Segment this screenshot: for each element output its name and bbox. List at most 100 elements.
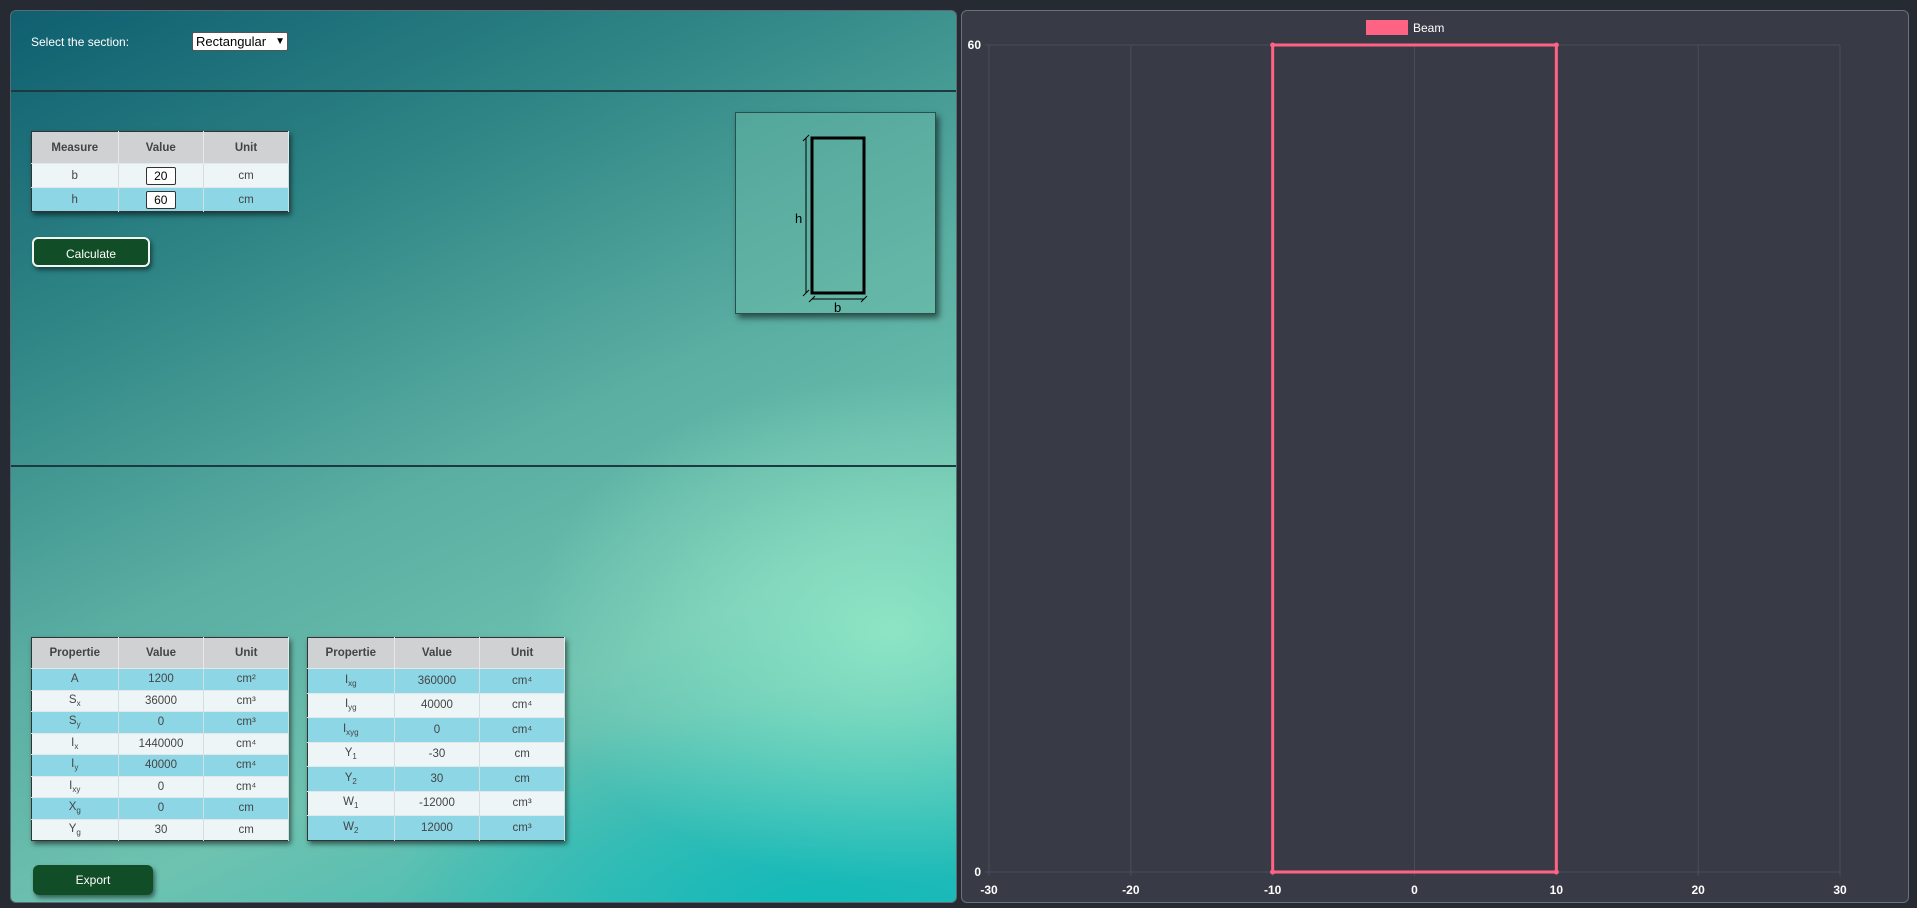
unit-cell: cm (203, 163, 290, 188)
beam-data-point (1270, 869, 1276, 875)
property-value: 30 (394, 766, 481, 791)
property-subscript: x (76, 698, 81, 708)
section-select-value: Rectangular (196, 34, 267, 49)
table-row: h 60 cm (31, 187, 290, 212)
measure-name: h (31, 187, 119, 212)
calculator-panel: Select the section: Rectangular ▼ Measur… (10, 10, 957, 903)
section-diagram: h b (735, 112, 936, 315)
property-name: Yg (31, 818, 119, 841)
table-row: Xg 0 cm (31, 797, 289, 819)
properties-table-1: Propertie Value Unit A 1200 cm² Sx 36000 cm³ S… (31, 637, 289, 841)
property-symbol: S (68, 693, 77, 706)
property-unit: cm⁴ (479, 668, 565, 693)
property-subscript: yg (348, 703, 357, 713)
table-row: Iy 40000 cm⁴ (31, 754, 289, 776)
property-unit: cm (479, 741, 565, 767)
property-name: Ixg (307, 668, 395, 693)
property-name: Sy (31, 711, 119, 733)
section-select[interactable]: Rectangular ▼ (192, 32, 288, 51)
value-header: Value (118, 637, 205, 669)
unit-cell: cm (203, 187, 290, 212)
unit-header: Unit (203, 131, 290, 164)
property-name: Y2 (307, 766, 395, 791)
property-header: Propertie (307, 637, 395, 669)
rectangle-section-icon: h b (795, 134, 868, 315)
property-symbol: W (343, 820, 354, 833)
property-subscript: xyg (346, 727, 359, 737)
beam-chart: -30 -20 -10 0 10 20 30 0 60 Beam (968, 20, 1847, 897)
property-unit: cm⁴ (203, 775, 289, 798)
x-tick-label: -30 (980, 883, 998, 897)
property-unit: cm⁴ (203, 732, 289, 755)
property-unit: cm³ (479, 790, 565, 816)
table-row: W1 -12000 cm³ (307, 790, 565, 816)
property-value: 1200 (118, 668, 205, 690)
property-subscript: 2 (352, 776, 357, 786)
value-header: Value (118, 131, 204, 164)
property-subscript: 1 (352, 752, 357, 762)
x-tick-label: 10 (1550, 883, 1564, 897)
section-outline (810, 136, 866, 295)
table-row: W2 12000 cm³ (307, 815, 565, 840)
table-row: Ixg 360000 cm⁴ (307, 668, 565, 693)
x-tick-label: 30 (1833, 883, 1847, 897)
property-unit: cm⁴ (479, 692, 565, 718)
beam-data-point (1553, 869, 1559, 875)
property-value: 0 (118, 775, 205, 798)
measure-name: b (31, 163, 119, 188)
table-row: Sx 36000 cm³ (31, 689, 289, 712)
y-tick-label: 60 (968, 38, 982, 52)
property-unit: cm (203, 818, 289, 841)
property-value: 0 (118, 711, 205, 733)
property-value: 40000 (118, 754, 205, 776)
properties-table-2: Propertie Value Unit Ixg 360000 cm⁴ Iyg 4000… (307, 637, 565, 841)
property-unit: cm (203, 797, 289, 819)
property-value: 360000 (394, 668, 481, 693)
x-tick-label: 20 (1691, 883, 1705, 897)
property-subscript: 2 (354, 825, 359, 835)
property-subscript: xy (72, 784, 81, 794)
property-value: 36000 (118, 689, 205, 712)
property-unit: cm³ (203, 689, 289, 712)
property-name: W2 (307, 815, 395, 840)
property-subscript: y (74, 763, 79, 773)
unit-header: Unit (479, 637, 565, 669)
table-row: Y1 -30 cm (307, 741, 565, 767)
h-label: h (795, 211, 802, 226)
table-row: Ixy 0 cm⁴ (31, 775, 289, 798)
property-name: Sx (31, 689, 119, 712)
property-name: Ix (31, 732, 119, 755)
table-row: Ixyg 0 cm⁴ (307, 717, 565, 742)
unit-header: Unit (203, 637, 289, 669)
property-subscript: x (74, 741, 79, 751)
property-subscript: g (76, 806, 81, 816)
property-value: 1440000 (118, 732, 205, 755)
property-header: Propertie (31, 637, 119, 669)
b-input[interactable]: 20 (145, 166, 176, 185)
h-input[interactable]: 60 (145, 190, 176, 209)
property-value: 40000 (394, 692, 481, 718)
calculate-button[interactable]: Calculate (32, 237, 150, 267)
property-name: Y1 (307, 741, 395, 767)
beam-data-point (1270, 42, 1276, 48)
property-symbol: S (68, 715, 77, 728)
property-name: Ixyg (307, 717, 395, 742)
property-value: 30 (118, 818, 205, 841)
legend-swatch (1366, 20, 1408, 35)
legend-label: Beam (1413, 21, 1444, 35)
property-name: Iyg (307, 692, 395, 718)
property-value: 0 (394, 717, 481, 742)
x-tick-label: 0 (1411, 883, 1418, 897)
property-unit: cm³ (479, 815, 565, 840)
section-select-label: Select the section: (31, 35, 130, 49)
property-unit: cm⁴ (479, 717, 565, 742)
chart-panel: -30 -20 -10 0 10 20 30 0 60 Beam (961, 10, 1909, 903)
property-value: -12000 (394, 790, 481, 816)
property-unit: cm² (203, 668, 289, 690)
export-button[interactable]: Export (33, 865, 153, 895)
property-name: Ixy (31, 775, 119, 798)
x-tick-label: -20 (1122, 883, 1140, 897)
property-name: Iy (31, 754, 119, 776)
property-value: -30 (394, 741, 481, 767)
x-tick-label: -10 (1264, 883, 1282, 897)
